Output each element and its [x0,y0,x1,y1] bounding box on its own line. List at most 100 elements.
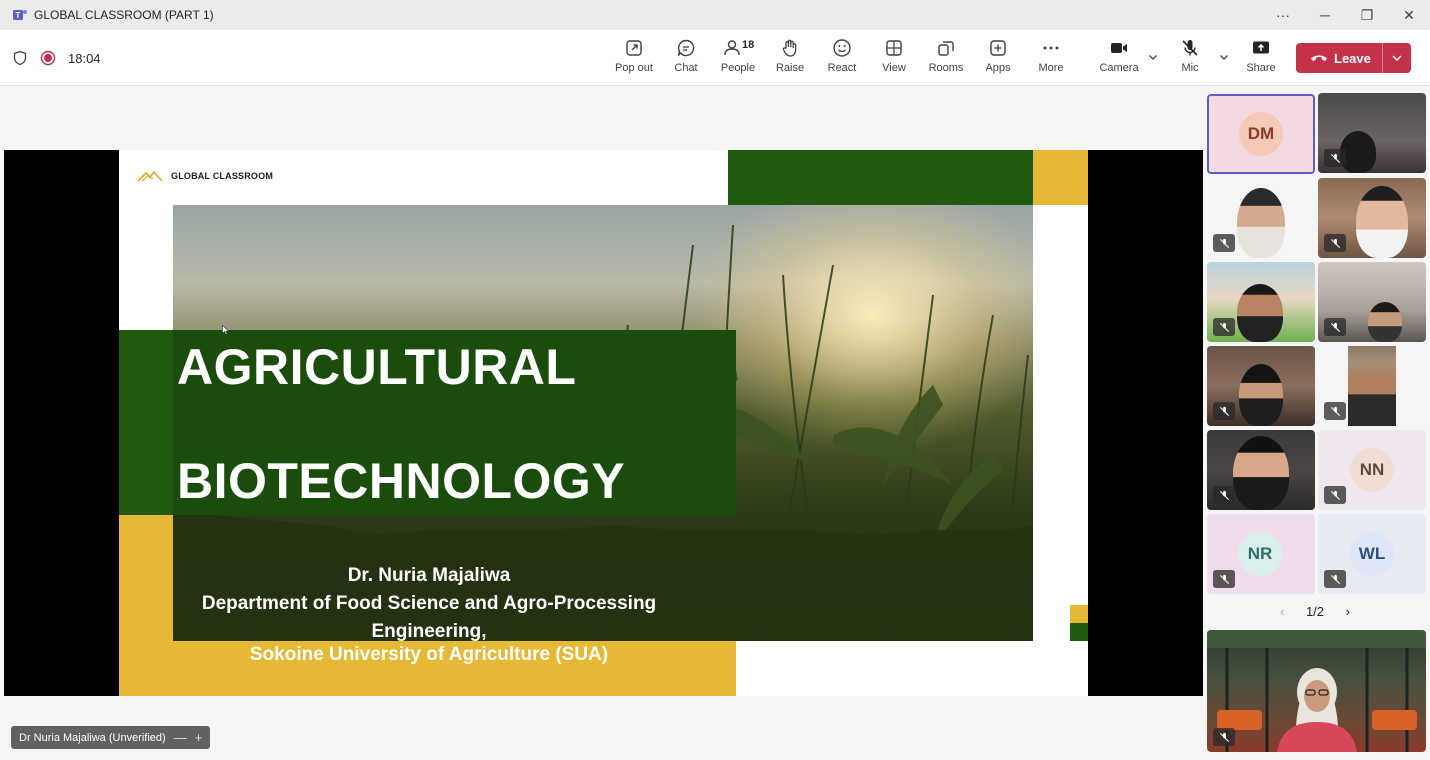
muted-mic-icon [1213,570,1235,588]
muted-mic-icon [1324,149,1346,167]
participant-silhouette [1237,188,1285,258]
apps-button[interactable]: Apps [972,38,1024,80]
more-button[interactable]: More [1025,38,1077,80]
presentation-slide: GLOBAL CLASSROOM AGRICULTURAL BIOTECHNOL… [119,150,1088,696]
muted-mic-icon [1324,234,1346,252]
people-icon [724,40,740,56]
raise-label: Raise [775,62,805,74]
camera-icon [1111,43,1127,53]
participant-tile-video-7[interactable] [1318,346,1426,426]
muted-mic-icon [1324,402,1346,420]
avatar-nr: NR [1238,532,1282,576]
window-title: GLOBAL CLASSROOM (PART 1) [34,8,214,22]
next-page-button[interactable]: › [1346,604,1350,619]
participant-silhouette [1239,364,1283,426]
mouse-cursor-icon [222,325,230,335]
muted-mic-icon [1213,402,1235,420]
page-indicator: 1/2 [1305,603,1325,619]
pop-out-label: Pop out [615,62,653,74]
zoom-in-button[interactable]: + [195,730,203,745]
meeting-timer: 18:04 [68,50,101,66]
muted-mic-icon [1213,318,1235,336]
participant-count: 18 [742,39,755,51]
ellipsis-icon [1043,46,1059,50]
participant-tile-nn[interactable]: NN [1318,430,1426,510]
muted-mic-icon [1213,728,1235,746]
view-button[interactable]: View [868,38,920,80]
share-icon [1253,41,1269,54]
apps-label: Apps [985,62,1011,74]
react-label: React [827,62,857,74]
view-label: View [882,62,906,74]
people-label: People [720,62,756,74]
minimize-button[interactable]: ─ [1304,0,1346,30]
presenter-video[interactable] [1207,630,1426,752]
rooms-button[interactable]: Rooms [920,38,972,80]
close-button[interactable]: ✕ [1388,0,1430,30]
share-label: Share [1246,62,1276,74]
rooms-icon [938,41,954,56]
author-name: Dr. Nuria Majaliwa [347,565,511,586]
leave-button[interactable]: Leave [1296,43,1411,73]
pop-out-icon [626,40,642,56]
slide-brand-text: GLOBAL CLASSROOM [171,171,274,181]
participant-tile-nr[interactable]: NR [1207,514,1315,594]
rooms-label: Rooms [928,62,964,74]
presenter-name: Dr Nuria Majaliwa (Unverified) [19,731,166,744]
react-button[interactable]: React [816,38,868,80]
participant-tile-video-8[interactable] [1207,430,1315,510]
avatar-wl: WL [1350,532,1394,576]
camera-label: Camera [1099,62,1139,74]
participant-silhouette [1237,284,1283,342]
green-accent-bar [728,150,1033,205]
gallery-pager: ‹ 1/2 › [1280,600,1350,622]
mic-off-icon [1182,40,1198,56]
participant-silhouette [1233,436,1289,510]
participant-tile-video-3[interactable] [1318,178,1426,258]
participant-tile-dm[interactable]: DM [1207,94,1315,174]
camera-options-chevron-icon[interactable] [1146,50,1160,64]
share-button[interactable]: Share [1235,38,1287,80]
hang-up-icon [1311,55,1327,61]
raise-hand-button[interactable]: Raise [764,38,816,80]
leave-label: Leave [1334,50,1371,66]
mic-options-chevron-icon[interactable] [1217,50,1231,64]
zoom-out-button[interactable]: — [174,730,187,745]
university-name: Sokoine University of Agriculture (SUA) [249,644,609,665]
participant-tile-video-2[interactable] [1207,178,1315,258]
yellow-marker [1070,605,1088,623]
mic-button[interactable]: Mic [1164,38,1216,80]
chat-label: Chat [674,62,698,74]
shield-icon[interactable] [12,50,28,66]
participant-silhouette [1348,346,1396,426]
plus-icon [990,40,1006,56]
participant-tile-video-5[interactable] [1318,262,1426,342]
more-options-button[interactable]: ··· [1262,0,1304,30]
presenter-video-scene [1207,630,1426,752]
restore-button[interactable]: ❐ [1346,0,1388,30]
mic-label: Mic [1181,62,1199,74]
meeting-toolbar: 18:04 Pop out Chat 18 People Raise React… [0,30,1430,86]
muted-mic-icon [1324,486,1346,504]
author-department-cont: Engineering, [371,621,487,642]
teams-logo-icon: T [13,10,27,20]
participant-tile-video-1[interactable] [1318,93,1426,173]
people-button[interactable]: 18 People [712,38,764,80]
participant-tile-wl[interactable]: WL [1318,514,1426,594]
leave-options-chevron-icon[interactable] [1383,52,1411,64]
camera-button[interactable]: Camera [1093,38,1145,80]
yellow-accent-block [1033,150,1088,205]
smile-icon [833,39,851,57]
shared-screen: GLOBAL CLASSROOM AGRICULTURAL BIOTECHNOL… [4,150,1203,696]
chat-icon [677,39,695,57]
participant-tile-video-4[interactable] [1207,262,1315,342]
chat-button[interactable]: Chat [660,38,712,80]
participant-tile-video-6[interactable] [1207,346,1315,426]
previous-page-button[interactable]: ‹ [1280,604,1284,619]
avatar-dm: DM [1239,112,1283,156]
pop-out-button[interactable]: Pop out [608,38,660,80]
recording-icon [40,50,56,66]
grid-icon [886,40,902,56]
muted-mic-icon [1213,486,1235,504]
mountain-logo-icon [137,170,163,182]
